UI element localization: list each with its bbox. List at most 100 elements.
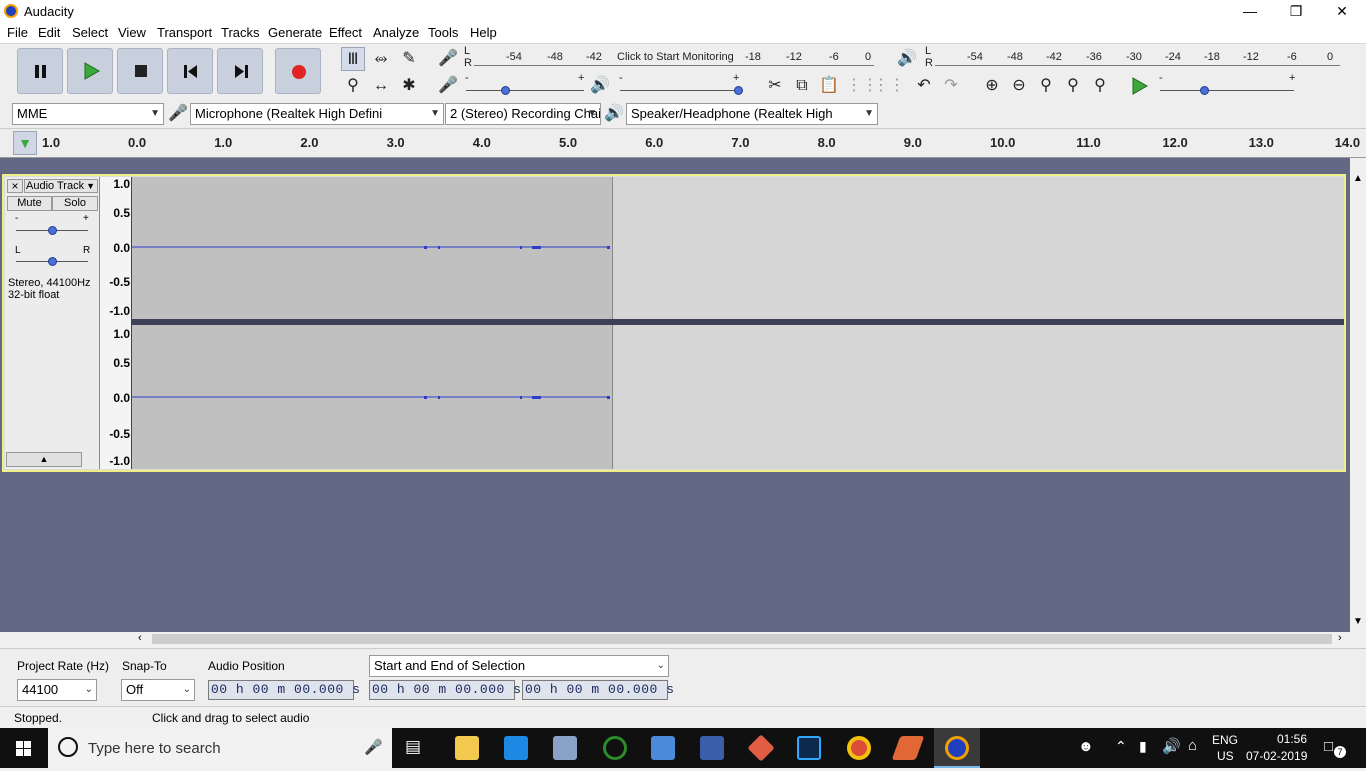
recording-channels-select[interactable]: 2 (Stereo) Recording Chai ▼ bbox=[445, 103, 601, 125]
selection-start-field[interactable]: 00 h 00 m 00.000 s bbox=[369, 680, 521, 700]
clock-time[interactable]: 01:56 bbox=[1262, 732, 1322, 746]
wifi-icon[interactable]: ⌂ bbox=[1188, 737, 1197, 754]
scroll-up-icon[interactable]: ▲ bbox=[1353, 173, 1363, 184]
chrome-icon[interactable] bbox=[847, 736, 871, 760]
fit-project-button[interactable]: ⚲ bbox=[1061, 74, 1085, 98]
play-speed-knob[interactable] bbox=[1200, 86, 1210, 95]
pin-playhead-button[interactable]: ▼ bbox=[13, 131, 37, 155]
copy-button[interactable]: ⧉ bbox=[790, 74, 814, 98]
start-button[interactable] bbox=[0, 728, 48, 768]
multi-tool-button[interactable]: ✱ bbox=[397, 74, 421, 98]
collapse-track-button[interactable]: ▲ bbox=[6, 452, 82, 467]
zoom-out-button[interactable]: ⊖ bbox=[1007, 74, 1031, 98]
timeline-ruler[interactable]: ▼ 1.0 0.0 1.0 2.0 3.0 4.0 5.0 6.0 7.0 8.0 9.0 10.0… bbox=[0, 128, 1366, 158]
recording-device-select[interactable]: Microphone (Realtek High Defini ▼ bbox=[190, 103, 444, 125]
git-icon[interactable] bbox=[747, 734, 775, 762]
skip-to-end-button[interactable] bbox=[217, 48, 263, 94]
selection-tool-button[interactable]: Ⅲ bbox=[341, 47, 365, 71]
undo-button[interactable]: ↶ bbox=[912, 74, 936, 98]
time-shift-tool-button[interactable]: ↔ bbox=[369, 74, 393, 98]
menu-help[interactable]: Help bbox=[470, 25, 497, 40]
paste-button[interactable]: 📋 bbox=[817, 74, 841, 98]
record-meter-bar[interactable]: -54 -48 -42 Click to Start Monitoring -1… bbox=[474, 48, 874, 66]
envelope-tool-button[interactable]: ⥈ bbox=[369, 47, 393, 71]
scroll-down-icon[interactable]: ▼ bbox=[1353, 616, 1363, 627]
mute-button[interactable]: Mute bbox=[7, 196, 52, 211]
audio-position-field[interactable]: 00 h 00 m 00.000 s bbox=[208, 680, 360, 700]
control-panel-icon[interactable] bbox=[651, 736, 675, 760]
fit-selection-button[interactable]: ⚲ bbox=[1034, 74, 1058, 98]
stop-button[interactable] bbox=[117, 48, 163, 94]
menu-generate[interactable]: Generate bbox=[268, 25, 322, 40]
menu-view[interactable]: View bbox=[118, 25, 146, 40]
photos-icon[interactable] bbox=[553, 736, 577, 760]
playback-volume-slider[interactable] bbox=[620, 90, 738, 91]
zoom-toggle-button[interactable]: ⚲ bbox=[1088, 74, 1112, 98]
microphone-icon[interactable]: 🎤 bbox=[364, 738, 383, 756]
file-explorer-icon[interactable] bbox=[455, 736, 479, 760]
project-rate-select[interactable]: 44100 ⌄ bbox=[17, 679, 97, 701]
cortana-ring-icon[interactable] bbox=[603, 736, 627, 760]
gain-knob[interactable] bbox=[48, 226, 57, 235]
menu-analyze[interactable]: Analyze bbox=[373, 25, 419, 40]
audacity-taskbar-button[interactable] bbox=[934, 728, 980, 768]
task-view-icon[interactable]: ▤ bbox=[405, 737, 421, 757]
play-button[interactable] bbox=[67, 48, 113, 94]
scroll-left-icon[interactable]: ‹ bbox=[138, 632, 142, 644]
channel-2-empty[interactable] bbox=[612, 325, 1344, 469]
matlab-icon[interactable] bbox=[891, 736, 925, 760]
zoom-in-button[interactable]: ⊕ bbox=[980, 74, 1004, 98]
cut-button[interactable]: ✂ bbox=[763, 74, 787, 98]
track-close-button[interactable]: × bbox=[7, 179, 23, 193]
trim-button[interactable]: ⋮⋮ bbox=[846, 74, 878, 98]
draw-tool-button[interactable]: ✎ bbox=[397, 47, 421, 71]
vscode-icon[interactable] bbox=[504, 736, 528, 760]
playback-device-select[interactable]: Speaker/Headphone (Realtek High ▼ bbox=[626, 103, 878, 125]
people-icon[interactable]: ☻ bbox=[1078, 738, 1094, 755]
menu-select[interactable]: Select bbox=[72, 25, 108, 40]
record-meter-mic-button[interactable]: 🎤 bbox=[436, 47, 460, 71]
snap-to-select[interactable]: Off ⌄ bbox=[121, 679, 195, 701]
solo-button[interactable]: Solo bbox=[52, 196, 98, 211]
record-volume-knob[interactable] bbox=[500, 86, 510, 95]
selection-mode-select[interactable]: Start and End of Selection ⌄ bbox=[369, 655, 669, 677]
language-line-1[interactable]: ENG bbox=[1212, 733, 1238, 747]
dev-cpp-icon[interactable] bbox=[700, 736, 724, 760]
menu-effect[interactable]: Effect bbox=[329, 25, 362, 40]
silence-button[interactable]: ⋮⋮ bbox=[873, 74, 905, 98]
photoshop-icon[interactable] bbox=[797, 736, 821, 760]
taskbar-search-box[interactable]: Type here to search 🎤 bbox=[48, 728, 392, 768]
record-button[interactable] bbox=[275, 48, 321, 94]
monitor-text[interactable]: Click to Start Monitoring bbox=[617, 51, 734, 63]
scroll-thumb[interactable] bbox=[152, 634, 1332, 644]
playback-volume-knob[interactable] bbox=[734, 86, 743, 95]
vertical-ruler[interactable] bbox=[100, 177, 132, 469]
show-hidden-icons[interactable]: ⌃ bbox=[1115, 738, 1127, 755]
action-center-button[interactable]: □ 7 bbox=[1322, 736, 1346, 760]
playback-meter-speaker-button[interactable]: 🔊 bbox=[895, 47, 919, 71]
menu-file[interactable]: File bbox=[7, 25, 28, 40]
playback-meter-bar[interactable]: -54 -48 -42 -36 -30 -24 -18 -12 -6 0 bbox=[935, 48, 1340, 66]
language-line-2[interactable]: US bbox=[1217, 749, 1234, 763]
audio-host-select[interactable]: MME ▼ bbox=[12, 103, 164, 125]
scroll-right-icon[interactable]: › bbox=[1338, 632, 1342, 644]
redo-button[interactable]: ↷ bbox=[939, 74, 963, 98]
menu-edit[interactable]: Edit bbox=[38, 25, 60, 40]
pause-button[interactable] bbox=[17, 48, 63, 94]
record-volume-slider[interactable] bbox=[466, 90, 584, 91]
selection-end-field[interactable]: 00 h 00 m 00.000 s bbox=[522, 680, 674, 700]
minimize-button[interactable]: — bbox=[1227, 0, 1273, 23]
pan-knob[interactable] bbox=[48, 257, 57, 266]
zoom-tool-button[interactable]: ⚲ bbox=[341, 74, 365, 98]
channel-1-empty[interactable] bbox=[612, 177, 1344, 319]
track-name-menu[interactable]: Audio Track ▼ bbox=[24, 179, 98, 193]
play-at-speed-button[interactable] bbox=[1127, 74, 1151, 98]
volume-icon[interactable]: 🔊 bbox=[1162, 737, 1181, 755]
menu-transport[interactable]: Transport bbox=[157, 25, 212, 40]
skip-to-start-button[interactable] bbox=[167, 48, 213, 94]
close-button[interactable]: ✕ bbox=[1319, 0, 1365, 23]
horizontal-scrollbar[interactable]: ‹ › bbox=[138, 632, 1350, 646]
restore-button[interactable]: ❐ bbox=[1273, 0, 1319, 23]
menu-tracks[interactable]: Tracks bbox=[221, 25, 260, 40]
play-speed-slider[interactable] bbox=[1160, 90, 1294, 91]
